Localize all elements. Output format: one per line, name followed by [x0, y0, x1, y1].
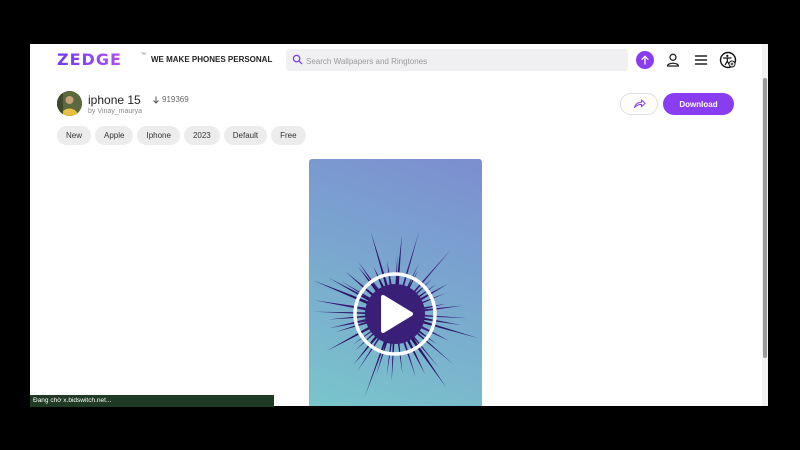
author-link[interactable]: Vinay_maurya: [97, 108, 142, 115]
author-prefix: by: [88, 108, 96, 115]
scrollbar-thumb[interactable]: [763, 78, 767, 358]
tag-chip[interactable]: Apple: [95, 126, 134, 145]
tag-chip[interactable]: 2023: [183, 126, 220, 145]
browser-page: ZEDGE ™ WE MAKE PHONES PERSONAL Search W…: [30, 44, 767, 406]
zedge-logo[interactable]: ZEDGE: [57, 50, 122, 69]
download-button[interactable]: Download: [663, 93, 734, 115]
download-count-value: 919369: [162, 95, 189, 104]
hamburger-menu-icon[interactable]: [692, 51, 710, 69]
search-bar[interactable]: [286, 49, 628, 71]
wallpaper-title: iphone 15: [88, 93, 141, 107]
accessibility-icon[interactable]: [719, 51, 737, 69]
browser-status-bar: Đang chờ x.bidswitch.net...: [30, 395, 274, 407]
share-button[interactable]: [620, 93, 658, 115]
share-icon: [634, 99, 646, 108]
download-arrow-icon: [153, 96, 159, 104]
site-header: ZEDGE ™ WE MAKE PHONES PERSONAL: [30, 44, 767, 76]
arrow-up-icon: [641, 55, 649, 65]
author-avatar[interactable]: [57, 91, 82, 116]
tag-chip[interactable]: Free: [271, 126, 306, 145]
author-line: by Vinay_maurya: [88, 108, 142, 115]
tag-chip[interactable]: New: [57, 126, 92, 145]
wallpaper-preview[interactable]: [309, 159, 482, 406]
user-icon[interactable]: [664, 51, 682, 69]
tag-chip[interactable]: Iphone: [137, 126, 180, 145]
tag-chip[interactable]: Default: [223, 126, 268, 145]
logo-trademark: ™: [141, 52, 146, 58]
play-icon[interactable]: [309, 159, 482, 406]
scrollbar[interactable]: [762, 44, 768, 406]
search-input[interactable]: [304, 52, 618, 70]
upload-button[interactable]: [636, 51, 654, 69]
download-count: 919369: [152, 95, 189, 104]
tag-list: New Apple Iphone 2023 Default Free: [57, 126, 306, 145]
tagline: WE MAKE PHONES PERSONAL: [151, 55, 273, 64]
search-icon: [292, 54, 303, 65]
